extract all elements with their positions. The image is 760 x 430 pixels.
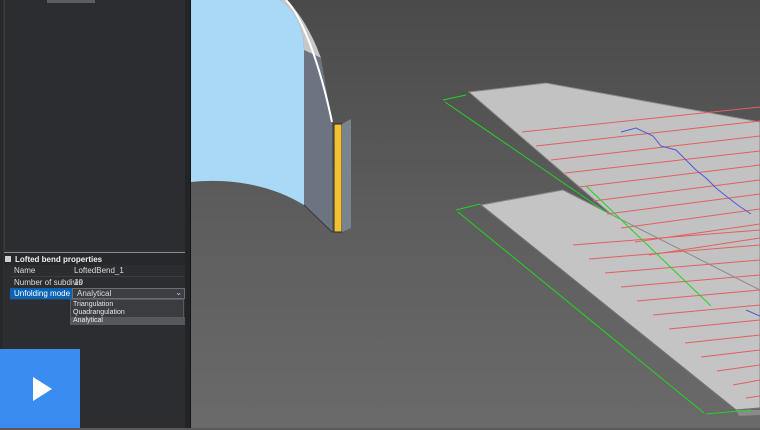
property-key: Name — [14, 266, 36, 275]
dropdown-option-analytical[interactable]: Analytical — [71, 317, 185, 325]
unfolding-mode-dropdown[interactable]: Triangulation Quadrangulation Analytical — [70, 299, 185, 325]
property-value[interactable]: 10 — [74, 278, 83, 287]
collapse-icon[interactable] — [5, 256, 11, 262]
chevron-down-icon[interactable]: ⌄ — [175, 288, 182, 297]
play-button[interactable] — [0, 349, 80, 428]
play-icon — [33, 377, 52, 401]
properties-header[interactable]: Lofted bend properties — [4, 252, 185, 265]
property-value[interactable]: LoftedBend_1 — [74, 266, 124, 275]
property-key: Unfolding mode — [14, 289, 71, 298]
dropdown-option-triangulation[interactable]: Triangulation — [73, 301, 183, 309]
property-row-name[interactable]: Name LoftedBend_1 — [10, 265, 185, 277]
panel-tab[interactable] — [47, 0, 95, 3]
dropdown-option-quadrangulation[interactable]: Quadrangulation — [73, 309, 183, 317]
property-value[interactable]: Analytical — [77, 289, 111, 298]
3d-viewport[interactable] — [191, 0, 760, 428]
properties-title: Lofted bend properties — [15, 255, 103, 264]
property-key: Number of subdivis — [14, 278, 83, 287]
tree-area — [4, 0, 185, 250]
